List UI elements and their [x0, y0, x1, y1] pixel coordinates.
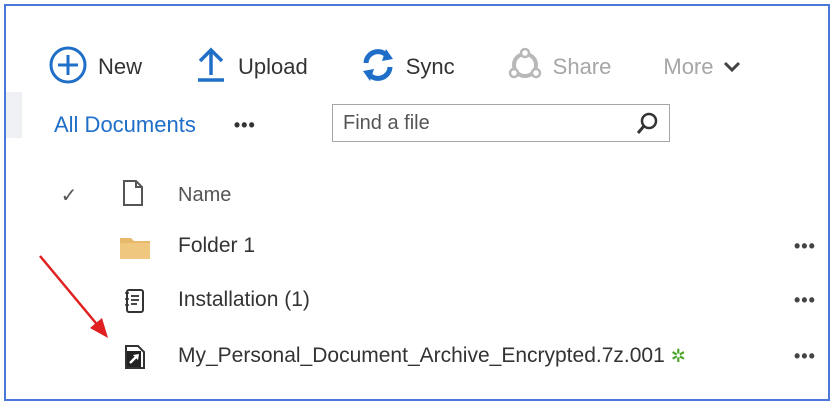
item-name-text: My_Personal_Document_Archive_Encrypted.7… — [178, 344, 665, 367]
list-item[interactable]: My_Personal_Document_Archive_Encrypted.7… — [60, 334, 830, 378]
name-column-header[interactable]: Name — [178, 184, 231, 207]
item-more-button[interactable]: ••• — [794, 290, 816, 311]
view-options-ellipsis[interactable]: ••• — [234, 115, 256, 136]
left-shade — [6, 92, 22, 138]
more-button[interactable]: More — [663, 54, 741, 80]
link-file-icon — [118, 342, 152, 372]
share-label: Share — [552, 54, 612, 79]
sync-icon — [360, 47, 396, 88]
sync-button[interactable]: Sync — [360, 47, 455, 88]
new-button[interactable]: New — [48, 45, 142, 90]
command-bar: New Upload Sync Share More — [48, 44, 794, 90]
upload-label: Upload — [238, 54, 308, 79]
share-icon — [507, 47, 543, 88]
plus-circle-icon — [48, 45, 88, 90]
list-item[interactable]: Folder 1 ••• — [60, 224, 830, 268]
view-selector-all-documents[interactable]: All Documents — [54, 112, 196, 138]
red-annotation-arrow — [39, 255, 108, 338]
new-item-badge-icon: ✲ — [670, 346, 686, 366]
upload-arrow-icon — [194, 47, 228, 88]
sync-label: Sync — [405, 54, 455, 79]
view-bar: All Documents ••• — [54, 104, 256, 146]
upload-button[interactable]: Upload — [194, 47, 308, 88]
select-all-checkmark-icon[interactable]: ✓ — [60, 183, 78, 208]
search-icon[interactable] — [633, 108, 663, 138]
search-box — [332, 104, 670, 142]
new-label: New — [98, 54, 143, 79]
file-type-header-icon[interactable] — [122, 179, 144, 212]
item-more-button[interactable]: ••• — [794, 236, 816, 257]
chevron-down-icon — [722, 60, 742, 74]
item-name[interactable]: Folder 1 — [178, 234, 255, 258]
item-name[interactable]: My_Personal_Document_Archive_Encrypted.7… — [178, 344, 686, 368]
search-input[interactable] — [333, 110, 633, 136]
item-more-button[interactable]: ••• — [794, 346, 816, 367]
list-item[interactable]: Installation (1) ••• — [60, 278, 830, 322]
folder-icon — [118, 232, 152, 262]
item-name[interactable]: Installation (1) — [178, 288, 310, 312]
share-button[interactable]: Share — [507, 47, 612, 88]
list-header: ✓ Name — [60, 178, 800, 212]
notebook-icon — [118, 286, 152, 316]
more-label: More — [663, 54, 714, 79]
